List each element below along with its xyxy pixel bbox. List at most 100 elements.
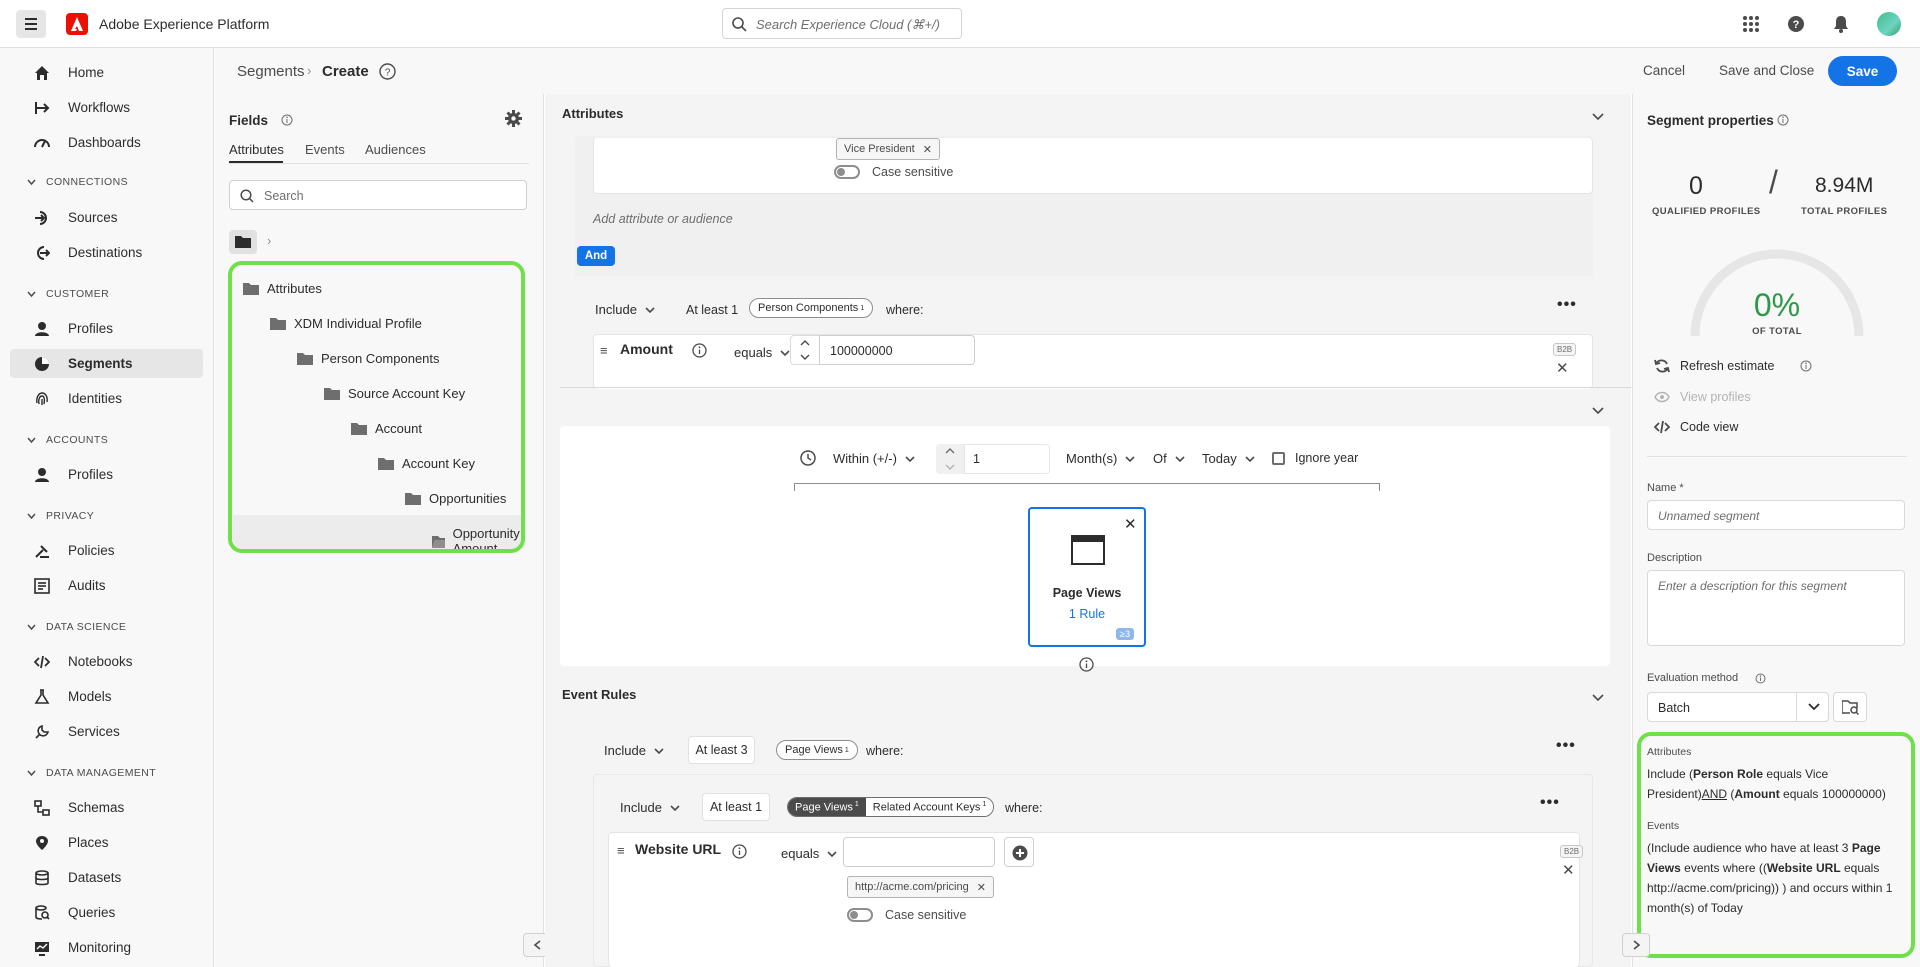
nav-places[interactable]: Places	[10, 828, 203, 857]
drag-handle-icon[interactable]: ≡	[600, 343, 608, 358]
select-chevron-button[interactable]	[1796, 693, 1829, 721]
nav-schemas[interactable]: Schemas	[10, 793, 203, 822]
at-least-3-button[interactable]: At least 3	[688, 736, 755, 764]
chevron-down-icon[interactable]	[1592, 407, 1604, 415]
remove-condition-close-icon[interactable]: ✕	[1562, 861, 1575, 879]
nav-section-customer[interactable]: CUSTOMER	[27, 288, 109, 300]
nav-identities[interactable]: Identities	[10, 384, 203, 413]
url-value-input[interactable]	[843, 837, 995, 867]
event-card-rule-link[interactable]: 1 Rule	[1030, 607, 1144, 621]
ignore-year-checkbox[interactable]: Ignore year	[1272, 451, 1358, 465]
info-icon[interactable]	[1777, 114, 1789, 126]
info-icon[interactable]	[281, 114, 293, 126]
at-least-1-button[interactable]: At least 1	[702, 793, 770, 821]
info-icon[interactable]	[1755, 673, 1766, 684]
include-dropdown[interactable]: Include	[620, 800, 680, 815]
page-views-pill[interactable]: Page Views 1	[776, 740, 858, 760]
refresh-estimate-button[interactable]: Refresh estimate	[1654, 358, 1774, 374]
expand-right-panel-button[interactable]	[1622, 933, 1650, 957]
app-title[interactable]: Adobe Experience Platform	[99, 16, 269, 32]
view-profiles-button[interactable]: View profiles	[1654, 390, 1751, 404]
more-options-icon[interactable]: •••	[1540, 794, 1560, 812]
evaluation-method-select[interactable]: Batch	[1647, 692, 1829, 722]
remove-condition-close-icon[interactable]: ✕	[1556, 359, 1569, 377]
nav-destinations[interactable]: Destinations	[10, 238, 203, 267]
cancel-button[interactable]: Cancel	[1643, 63, 1685, 78]
tab-attributes[interactable]: Attributes	[229, 142, 284, 157]
value-stepper[interactable]	[790, 335, 820, 365]
global-search[interactable]: Search Experience Cloud (⌘+/)	[722, 8, 962, 39]
related-account-keys-segment[interactable]: Related Account Keys 1	[865, 798, 994, 816]
more-options-icon[interactable]: •••	[1557, 296, 1577, 314]
nav-queries[interactable]: Queries	[10, 898, 203, 927]
more-options-icon[interactable]: •••	[1556, 737, 1576, 755]
nav-services[interactable]: Services	[10, 717, 203, 746]
page-views-event-card[interactable]: ✕ Page Views 1 Rule ≥3	[1028, 507, 1146, 647]
info-icon[interactable]	[1800, 360, 1812, 372]
amount-value-input[interactable]: 100000000	[819, 335, 975, 365]
close-icon[interactable]: ✕	[977, 881, 986, 894]
unit-dropdown[interactable]: Month(s)	[1066, 451, 1135, 466]
nav-profiles[interactable]: Profiles	[10, 314, 203, 343]
nav-datasets[interactable]: Datasets	[10, 863, 203, 892]
today-dropdown[interactable]: Today	[1202, 451, 1255, 466]
nav-section-privacy[interactable]: PRIVACY	[27, 510, 94, 522]
adobe-logo[interactable]	[66, 13, 88, 35]
of-dropdown[interactable]: Of	[1153, 451, 1185, 466]
settings-gear-icon[interactable]	[505, 110, 522, 127]
info-icon[interactable]	[692, 343, 707, 358]
field-search-input[interactable]: Search	[229, 180, 527, 210]
include-dropdown[interactable]: Include	[604, 743, 664, 758]
close-icon[interactable]: ✕	[1124, 515, 1137, 533]
save-button[interactable]: Save	[1828, 56, 1897, 86]
nav-models[interactable]: Models	[10, 682, 203, 711]
include-dropdown[interactable]: Include	[595, 302, 655, 317]
nav-monitoring[interactable]: Monitoring	[10, 933, 203, 962]
page-views-related-pill[interactable]: Page Views 1 Related Account Keys 1	[787, 797, 995, 817]
at-least-1-button[interactable]: At least 1	[686, 303, 738, 317]
time-value-input[interactable]: 1	[964, 444, 1050, 474]
close-icon[interactable]: ✕	[923, 143, 932, 156]
info-icon[interactable]	[1079, 657, 1094, 672]
within-dropdown[interactable]: Within (+/-)	[833, 451, 915, 466]
tab-events[interactable]: Events	[305, 142, 345, 157]
chevron-down-icon[interactable]	[1592, 694, 1604, 702]
nav-notebooks[interactable]: Notebooks	[10, 647, 203, 676]
operator-dropdown[interactable]: equals	[734, 345, 790, 360]
nav-workflows[interactable]: Workflows	[10, 93, 203, 122]
segment-description-textarea[interactable]: Enter a description for this segment	[1647, 570, 1905, 646]
avatar[interactable]	[1877, 12, 1901, 36]
nav-section-data-science[interactable]: DATA SCIENCE	[27, 621, 126, 633]
nav-policies[interactable]: Policies	[10, 536, 203, 565]
tag-url[interactable]: http://acme.com/pricing ✕	[847, 876, 994, 898]
segment-name-input[interactable]: Unnamed segment	[1647, 500, 1905, 530]
and-operator-button[interactable]: And	[577, 246, 615, 266]
notifications-bell-icon[interactable]	[1832, 15, 1850, 33]
page-views-segment[interactable]: Page Views 1	[788, 798, 866, 816]
add-value-button[interactable]	[1004, 837, 1034, 867]
nav-account-profiles[interactable]: Profiles	[10, 460, 203, 489]
case-sensitive-toggle[interactable]: Case sensitive	[834, 165, 953, 179]
chevron-down-icon[interactable]	[1592, 113, 1604, 121]
nav-audits[interactable]: Audits	[10, 571, 203, 600]
help-circle-icon[interactable]: ?	[379, 63, 396, 80]
nav-section-data-management[interactable]: DATA MANAGEMENT	[27, 767, 156, 779]
nav-section-connections[interactable]: CONNECTIONS	[27, 176, 128, 188]
root-folder-button[interactable]	[229, 230, 257, 254]
toggle-switch[interactable]	[847, 908, 873, 922]
info-icon[interactable]	[732, 844, 747, 859]
nav-section-accounts[interactable]: ACCOUNTS	[27, 434, 108, 446]
drag-handle-icon[interactable]: ≡	[617, 843, 625, 858]
toggle-switch[interactable]	[834, 165, 860, 179]
nav-home[interactable]: Home	[10, 58, 203, 87]
time-value-stepper[interactable]	[936, 444, 964, 474]
help-icon[interactable]: ?	[1787, 15, 1805, 33]
code-view-button[interactable]: Code view	[1654, 420, 1738, 434]
save-and-close-button[interactable]: Save and Close	[1719, 63, 1814, 78]
checkbox[interactable]	[1272, 451, 1285, 465]
nav-dashboards[interactable]: Dashboards	[10, 128, 203, 157]
tag-vice-president[interactable]: Vice President ✕	[836, 138, 940, 160]
breadcrumb-segments[interactable]: Segments	[237, 63, 305, 80]
tab-audiences[interactable]: Audiences	[365, 142, 426, 157]
nav-sources[interactable]: Sources	[10, 203, 203, 232]
